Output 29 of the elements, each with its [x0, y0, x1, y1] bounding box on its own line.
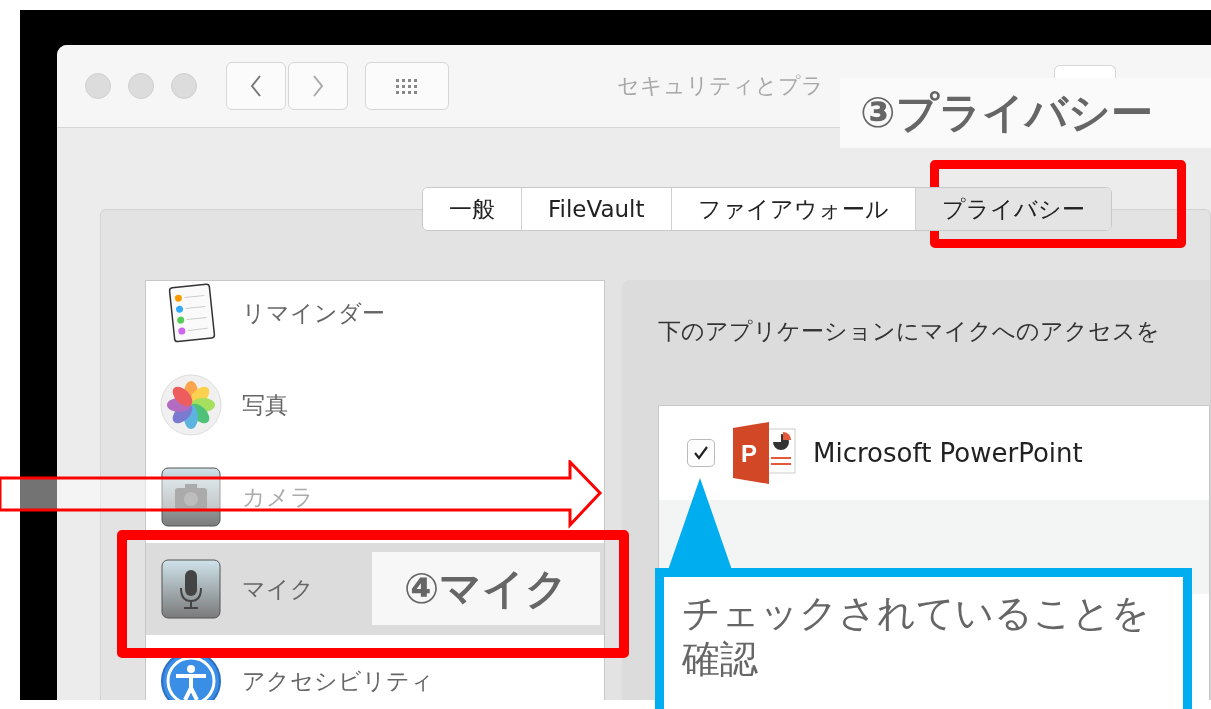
sidebar-item[interactable]: 写真: [146, 359, 604, 451]
tab[interactable]: 一般: [423, 188, 522, 230]
back-button[interactable]: [226, 62, 286, 110]
camera-icon: [160, 466, 222, 528]
tab[interactable]: プライバシー: [915, 188, 1111, 230]
sidebar-item-label: マイク: [242, 574, 314, 604]
callout-note: チェックされていることを確認: [655, 568, 1192, 709]
minimize-button[interactable]: [128, 73, 154, 99]
checkmark-icon: [692, 444, 710, 462]
description-text: 下のアプリケーションにマイクへのアクセスを: [658, 317, 1161, 346]
search-field[interactable]: [1054, 65, 1116, 78]
annotation-label: ④マイク: [372, 552, 600, 625]
window-title: セキュリティとプラ: [617, 72, 824, 100]
app-name: Microsoft PowerPoint: [813, 438, 1083, 468]
sidebar-item-label: カメラ: [242, 482, 314, 512]
show-all-button[interactable]: [365, 62, 449, 110]
sidebar-item-label: アクセシビリティ: [242, 666, 434, 696]
checkbox[interactable]: [687, 439, 715, 467]
close-button[interactable]: [85, 73, 111, 99]
sidebar-item[interactable]: リマインダー: [146, 281, 604, 359]
sidebar-item[interactable]: アクセシビリティ: [146, 635, 604, 700]
annotation-label: ③プライバシー: [840, 78, 1211, 148]
sidebar-item-label: リマインダー: [242, 298, 385, 328]
microphone-icon: [160, 558, 222, 620]
forward-button[interactable]: [288, 62, 348, 110]
sidebar-item-label: 写真: [242, 390, 288, 420]
zoom-button[interactable]: [171, 73, 197, 99]
grid-icon: [395, 78, 419, 94]
flower-icon: [160, 374, 222, 436]
